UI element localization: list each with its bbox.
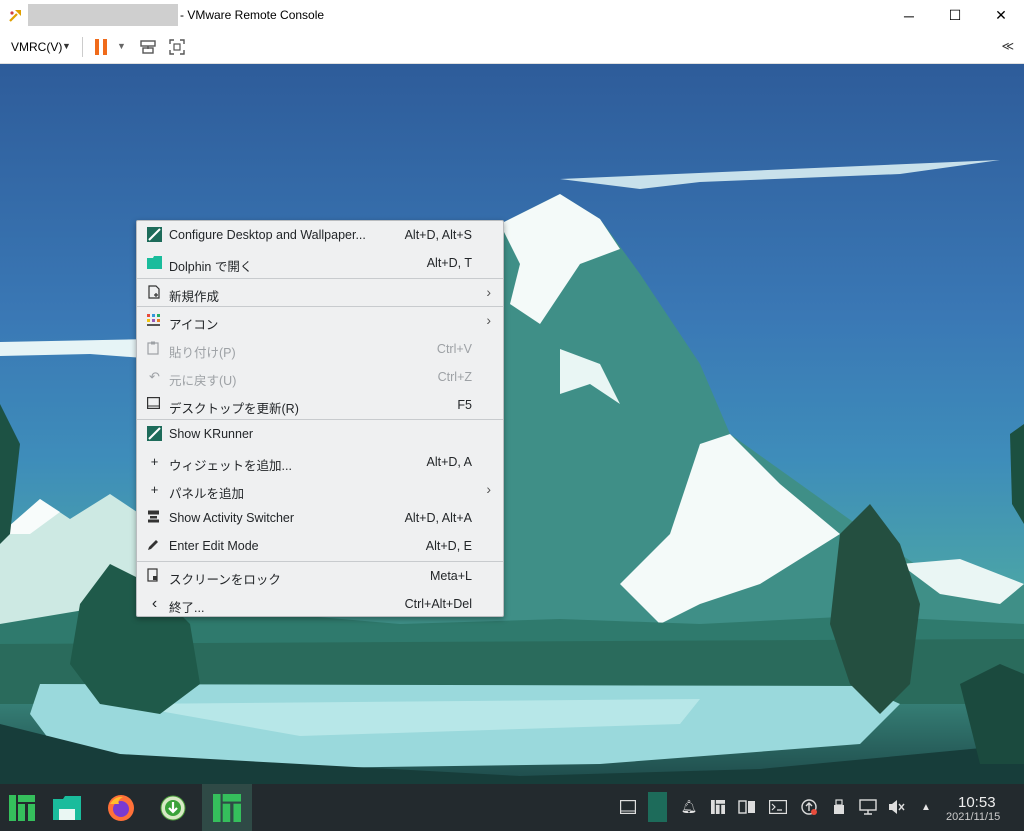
expand-tray-icon[interactable]: ▲ xyxy=(917,798,935,816)
vmrc-app-icon xyxy=(9,10,21,22)
manjaro-logo-icon xyxy=(9,794,35,821)
menu-item-add-panel[interactable]: + パネルを追加 › xyxy=(137,476,503,504)
send-ctrl-alt-del-icon[interactable] xyxy=(139,38,157,56)
collapse-toolbar-button[interactable]: ≪ xyxy=(1001,39,1014,53)
active-window-task[interactable] xyxy=(202,784,252,831)
menu-item-label: 貼り付け(P) xyxy=(169,346,236,360)
lock-icon xyxy=(147,568,162,583)
vmrc-window-icon xyxy=(213,793,241,822)
activities-tray-icon[interactable] xyxy=(738,798,756,816)
menu-item-label: Dolphin で開く xyxy=(169,260,253,274)
vmrc-toolbar: VMRC(V) ▼ ▼ ≪ xyxy=(0,31,1024,64)
menu-item-add-widget[interactable]: + ウィジェットを追加... Alt+D, A xyxy=(137,448,503,476)
redacted-vm-name xyxy=(28,4,178,26)
menu-item-label: 終了... xyxy=(169,601,205,615)
menu-item-icons[interactable]: アイコン › xyxy=(137,307,503,335)
menu-item-shortcut: Ctrl+V xyxy=(436,342,472,356)
dolphin-taskbar-button[interactable] xyxy=(48,784,86,831)
notifications-icon[interactable]: 🔔︎ xyxy=(680,798,698,816)
submenu-arrow-icon: › xyxy=(486,312,491,328)
menu-item-paste: 貼り付け(P) Ctrl+V xyxy=(137,335,503,363)
menu-item-shortcut: Ctrl+Alt+Del xyxy=(404,597,472,611)
menu-item-configure-desktop[interactable]: Configure Desktop and Wallpaper... Alt+D… xyxy=(137,221,503,249)
menu-item-refresh-desktop[interactable]: デスクトップを更新(R) F5 xyxy=(137,391,503,419)
menu-item-label: Enter Edit Mode xyxy=(169,539,259,553)
menu-item-open-dolphin[interactable]: Dolphin で開く Alt+D, T xyxy=(137,249,503,277)
menu-item-label: パネルを追加 xyxy=(169,487,245,501)
show-desktop-icon[interactable] xyxy=(619,798,637,816)
menu-item-label: Show KRunner xyxy=(169,427,254,441)
file-manager-icon xyxy=(53,795,81,820)
chevron-down-icon[interactable]: ▼ xyxy=(62,41,71,51)
menu-item-label: 新規作成 xyxy=(169,290,220,304)
update-notifier-icon[interactable] xyxy=(800,798,818,816)
menu-item-lock-screen[interactable]: スクリーンをロック Meta+L xyxy=(137,562,503,590)
menu-item-shortcut: Meta+L xyxy=(429,569,472,583)
desktop-context-menu: Configure Desktop and Wallpaper... Alt+D… xyxy=(136,220,504,617)
submenu-arrow-icon: › xyxy=(486,481,491,497)
folder-icon xyxy=(147,255,162,270)
maximize-button[interactable]: ☐ xyxy=(932,0,978,31)
network-icon[interactable] xyxy=(859,798,877,816)
manjaro-settings-icon[interactable] xyxy=(709,798,727,816)
usb-device-icon[interactable] xyxy=(830,798,848,816)
menu-item-label: アイコン xyxy=(169,318,219,332)
undo-icon: ↶ xyxy=(149,368,160,384)
menu-item-shortcut: Alt+D, T xyxy=(426,256,472,270)
volume-muted-icon[interactable] xyxy=(888,798,906,816)
new-document-icon xyxy=(147,285,162,300)
software-update-taskbar-button[interactable] xyxy=(154,784,192,831)
edit-icon xyxy=(147,538,162,553)
pause-icon[interactable] xyxy=(95,39,109,55)
krunner-icon xyxy=(147,426,162,441)
menu-item-label: Configure Desktop and Wallpaper... xyxy=(169,228,366,242)
menu-item-label: 元に戻す(U) xyxy=(169,374,237,388)
plus-icon: + xyxy=(150,482,159,497)
menu-item-shortcut: Alt+D, E xyxy=(425,539,472,553)
menu-item-label: Show Activity Switcher xyxy=(169,511,295,525)
menu-item-undo: ↶ 元に戻す(U) Ctrl+Z xyxy=(137,363,503,391)
refresh-desktop-icon xyxy=(147,397,162,412)
menu-item-shortcut: Alt+D, Alt+A xyxy=(404,511,472,525)
power-options-chevron-icon[interactable]: ▼ xyxy=(117,41,126,51)
menu-item-new[interactable]: 新規作成 › xyxy=(137,279,503,307)
leave-icon: ‹ xyxy=(151,594,158,612)
menu-item-label: デスクトップを更新(R) xyxy=(169,402,299,416)
close-button[interactable]: ✕ xyxy=(978,0,1024,31)
firefox-taskbar-button[interactable] xyxy=(102,784,140,831)
menu-item-shortcut: Alt+D, Alt+S xyxy=(404,228,472,242)
paste-icon xyxy=(147,341,162,356)
firefox-icon xyxy=(108,794,134,821)
taskbar-panel: 🔔︎ ▲ xyxy=(0,784,1024,831)
menu-item-label: スクリーンをロック xyxy=(169,573,281,587)
menu-item-activity-switcher[interactable]: Show Activity Switcher Alt+D, Alt+A xyxy=(137,504,503,532)
menu-item-label: ウィジェットを追加... xyxy=(169,459,292,473)
activities-icon xyxy=(147,510,162,525)
clock-date[interactable]: 2021/11/15 xyxy=(946,811,1000,823)
menu-item-leave[interactable]: ‹ 終了... Ctrl+Alt+Del xyxy=(137,590,503,618)
icons-grid-icon xyxy=(147,313,162,328)
minimize-button[interactable]: ─ xyxy=(886,0,932,31)
plus-icon: + xyxy=(150,454,159,469)
clock-time[interactable]: 10:53 xyxy=(958,794,996,811)
pager-icon[interactable] xyxy=(648,792,667,822)
menu-item-shortcut: Alt+D, A xyxy=(426,455,472,469)
configure-icon xyxy=(147,227,162,242)
submenu-arrow-icon: › xyxy=(486,284,491,300)
desktop-wallpaper[interactable]: Configure Desktop and Wallpaper... Alt+D… xyxy=(0,64,1024,784)
vmrc-menu-button[interactable]: VMRC(V) xyxy=(11,40,62,54)
window-title-bar: - VMware Remote Console ─ ☐ ✕ xyxy=(0,0,1024,31)
menu-item-edit-mode[interactable]: Enter Edit Mode Alt+D, E xyxy=(137,532,503,560)
fullscreen-icon[interactable] xyxy=(168,38,186,56)
terminal-icon[interactable] xyxy=(769,798,787,816)
window-title: - VMware Remote Console xyxy=(180,8,325,22)
menu-item-shortcut: F5 xyxy=(457,398,472,412)
toolbar-divider xyxy=(82,37,83,57)
application-launcher-button[interactable] xyxy=(4,784,40,831)
download-icon xyxy=(160,795,186,820)
menu-item-shortcut: Ctrl+Z xyxy=(437,370,472,384)
menu-item-show-krunner[interactable]: Show KRunner xyxy=(137,420,503,448)
